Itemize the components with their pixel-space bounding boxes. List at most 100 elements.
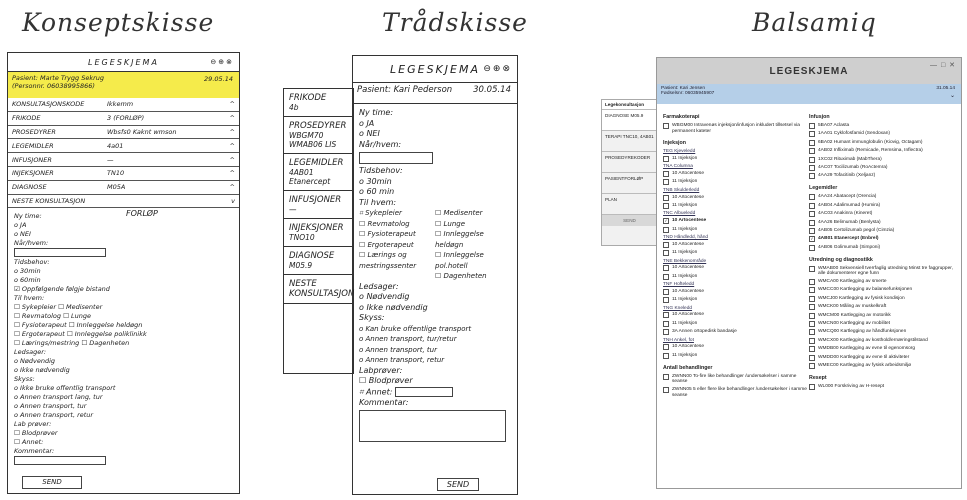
checkbox[interactable]: ✓ bbox=[663, 218, 669, 225]
checkbox-item[interactable]: 1XC02 Rituximab (MabThera) bbox=[809, 156, 955, 163]
form-line[interactable]: ☐ Revmatolog ☐ Lunge bbox=[14, 312, 233, 321]
window-controls-icon[interactable]: — □ ✕ bbox=[930, 61, 956, 69]
group-link[interactable]: TEG Kjeveledd bbox=[663, 149, 809, 154]
chevron-icon[interactable]: ^ bbox=[225, 183, 235, 191]
checkbox-item[interactable]: 11 Injeksjon bbox=[663, 202, 809, 209]
option-item[interactable]: ☐ Dagenheten bbox=[435, 271, 511, 282]
naar-input[interactable] bbox=[14, 248, 106, 258]
checkbox[interactable] bbox=[809, 244, 815, 251]
checkbox[interactable] bbox=[663, 312, 669, 319]
window-controls-icon[interactable]: ⊖⊕⊗ bbox=[210, 58, 234, 66]
sidebar-item[interactable]: DIAGNOSE M05.9 bbox=[602, 110, 657, 131]
checkbox-item[interactable]: 11 Injeksjon bbox=[663, 273, 809, 280]
checkbox-item[interactable]: 10 Artocentese bbox=[663, 312, 809, 319]
form-line[interactable]: o Ikke bruke offentlig transport bbox=[14, 384, 233, 393]
chevron-down-icon[interactable]: ⌄ bbox=[950, 92, 955, 99]
checkbox[interactable] bbox=[663, 297, 669, 304]
checkbox-item[interactable]: 6BA02 Humant immunglobulin (Kiovig, Octa… bbox=[809, 139, 955, 146]
checkbox-item[interactable]: 4AC07 Tocilizumab (RoActemra) bbox=[809, 164, 955, 171]
checkbox-item[interactable]: 10 Artocentese bbox=[663, 194, 809, 201]
option-item[interactable]: ☐ Revmatolog bbox=[359, 219, 435, 230]
checkbox-item[interactable]: 3A Annen ortopedisk bandasje bbox=[663, 329, 809, 336]
checkbox[interactable] bbox=[663, 273, 669, 280]
checkbox[interactable] bbox=[809, 354, 815, 361]
checkbox[interactable] bbox=[663, 155, 669, 162]
lab-annet-input[interactable] bbox=[394, 386, 453, 397]
checkbox-item[interactable]: 10 Artocentese bbox=[663, 344, 809, 351]
checkbox[interactable] bbox=[663, 387, 669, 394]
send-button[interactable]: SEND bbox=[22, 476, 82, 489]
accordion-row[interactable]: INFUSJONER — ^ bbox=[8, 153, 239, 167]
checkbox-item[interactable]: WMCJ00 Kartlegging av fysisk kondisjon bbox=[809, 295, 955, 302]
checkbox[interactable] bbox=[809, 173, 815, 180]
checkbox-item[interactable]: 4AA26 Belimumab (Benlysta) bbox=[809, 219, 955, 226]
option-item[interactable]: o Annen transport, tur/retur bbox=[359, 334, 511, 345]
checkbox-item[interactable]: 4AB02 Infliximab (Remicade, Remsima, Inf… bbox=[809, 148, 955, 155]
checkbox[interactable] bbox=[663, 250, 669, 257]
sidebar-item[interactable]: TERAPI TNC10, 4AB01 bbox=[602, 131, 657, 152]
chevron-icon[interactable]: ^ bbox=[225, 114, 235, 122]
checkbox-item[interactable]: WMEC00 Kartlegging av fysisk arbeidsmilj… bbox=[809, 362, 955, 369]
option-item[interactable]: ⌗ Sykepleier bbox=[359, 208, 435, 219]
form-line[interactable]: ☐ Ergoterapeut ☐ Innleggelse poliklinikk bbox=[14, 330, 233, 339]
sidebar-item[interactable]: INFUSJONER — bbox=[284, 191, 353, 219]
accordion-row[interactable]: INJEKSJONER TN10 ^ bbox=[8, 167, 239, 181]
checkbox[interactable] bbox=[809, 337, 815, 344]
checkbox-item[interactable]: 11 Injeksjon bbox=[663, 297, 809, 304]
checkbox-item[interactable]: WMDB00 Kartlegging av evne til egenomsor… bbox=[809, 346, 955, 353]
checkbox[interactable] bbox=[809, 131, 815, 138]
accordion-row[interactable]: LEGEMIDLER 4a01 ^ bbox=[8, 139, 239, 154]
lab-annet-checkbox[interactable]: ⌗ Annet: bbox=[359, 387, 392, 396]
chevron-icon[interactable]: ^ bbox=[225, 100, 235, 108]
sidebar-item[interactable]: NESTE KONSULTASJON bbox=[284, 275, 354, 304]
sidebar-item[interactable]: PASIENTFORLØP bbox=[602, 173, 657, 194]
checkbox-item[interactable]: WMAB00 Sekvensiell tverrfaglig utredning… bbox=[809, 265, 955, 277]
checkbox[interactable] bbox=[663, 226, 669, 233]
option-item[interactable]: o Annen transport, tur bbox=[359, 345, 511, 356]
form-line[interactable]: o Nødvendig bbox=[14, 357, 233, 366]
chevron-icon[interactable]: v bbox=[225, 197, 235, 205]
sidebar-item[interactable]: INJEKSJONER TNO10 bbox=[284, 219, 353, 247]
tid-60-radio[interactable]: o 60 min bbox=[359, 187, 511, 198]
group-link[interactable]: TNF Hofteledd bbox=[663, 282, 809, 287]
checkbox-item[interactable]: 11 Injeksjon bbox=[663, 155, 809, 162]
form-line[interactable]: ☐ Fysioterapeut ☐ Innleggelse heldøgn bbox=[14, 321, 233, 330]
checkbox-item[interactable]: 4AA24 Abatacept (Orencia) bbox=[809, 194, 955, 201]
checkbox[interactable] bbox=[663, 123, 669, 129]
checkbox-item[interactable]: WMCX00 Kartlegging av kosthold/ernærings… bbox=[809, 337, 955, 344]
checkbox-item[interactable]: 4AC03 Anakinra (Kineret) bbox=[809, 211, 955, 218]
checkbox-item[interactable]: ✓ 4AB01 Etanercept (Enbrel) bbox=[809, 236, 955, 243]
sidebar-item[interactable]: FRIKODE 4b bbox=[284, 89, 353, 117]
checkbox-item[interactable]: ✓ 10 Artocentese bbox=[663, 218, 809, 225]
option-item[interactable]: o Annen transport, retur bbox=[359, 355, 511, 366]
ny-time-ja-radio[interactable]: o JA bbox=[359, 119, 511, 130]
checkbox[interactable] bbox=[809, 304, 815, 311]
form-line[interactable]: o JA bbox=[14, 221, 233, 230]
group-link[interactable]: TND Håndledd, hånd bbox=[663, 235, 809, 240]
send-button[interactable]: SEND bbox=[437, 478, 479, 491]
checkbox-item[interactable]: 11 Injeksjon bbox=[663, 320, 809, 327]
checkbox[interactable] bbox=[809, 279, 815, 286]
group-link[interactable]: TNB Skulderledd bbox=[663, 188, 809, 193]
option-item[interactable]: ☐ Innleggelse pol.hotell bbox=[435, 250, 511, 271]
chevron-icon[interactable]: ^ bbox=[225, 156, 235, 164]
checkbox[interactable] bbox=[809, 202, 815, 209]
checkbox[interactable] bbox=[663, 265, 669, 272]
checkbox[interactable] bbox=[663, 194, 669, 201]
checkbox[interactable] bbox=[663, 179, 669, 186]
checkbox-item[interactable]: WMCC00 Kartlegging av balansefunksjonen bbox=[809, 287, 955, 294]
form-line[interactable]: o Annen transport, tur bbox=[14, 402, 233, 411]
checkbox-item[interactable]: 4AB04 Adalimumad (Humira) bbox=[809, 202, 955, 209]
checkbox[interactable] bbox=[663, 320, 669, 327]
form-line[interactable]: ☐ Annet: bbox=[14, 438, 233, 447]
option-item[interactable]: ☐ Ergoterapeut bbox=[359, 240, 435, 251]
option-item[interactable]: ☐ Fysioterapeut bbox=[359, 229, 435, 240]
form-line[interactable]: o 60min bbox=[14, 276, 233, 285]
naar-input[interactable] bbox=[359, 152, 433, 164]
ny-time-nei-radio[interactable]: o NEI bbox=[359, 129, 511, 140]
checkbox[interactable] bbox=[809, 194, 815, 201]
chevron-icon[interactable]: ^ bbox=[225, 142, 235, 150]
form-line[interactable]: o Annen transport, retur bbox=[14, 411, 233, 420]
checkbox[interactable] bbox=[663, 373, 669, 380]
option-item[interactable]: ☐ Medisenter bbox=[435, 208, 511, 219]
